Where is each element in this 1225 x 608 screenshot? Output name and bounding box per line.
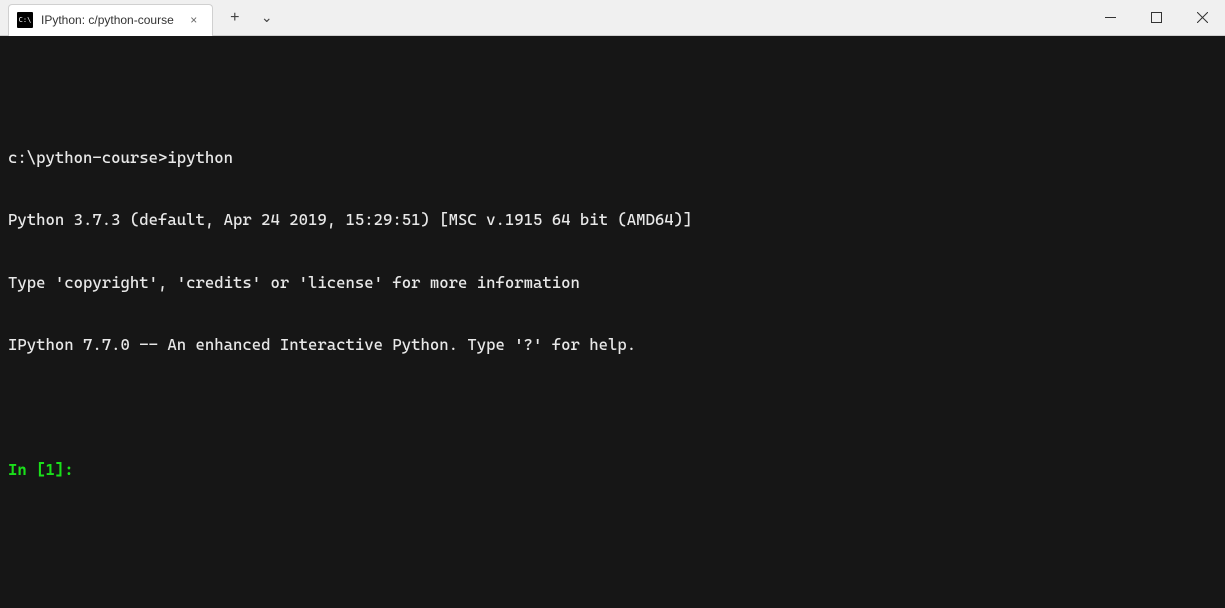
python-info-line: Type 'copyright', 'credits' or 'license'… [8,273,1217,294]
tab-close-button[interactable]: × [186,12,202,28]
minimize-button[interactable] [1087,0,1133,35]
ipython-line: IPython 7.7.0 -- An enhanced Interactive… [8,335,1217,356]
blank-line [8,398,1217,419]
tab-active[interactable]: C:\ IPython: c/python-course × [8,4,213,36]
window-controls [1087,0,1225,35]
python-version-line: Python 3.7.3 (default, Apr 24 2019, 15:2… [8,210,1217,231]
close-button[interactable] [1179,0,1225,35]
shell-command-line: c:\python-course>ipython [8,148,1217,169]
terminal-body[interactable]: c:\python-course>ipython Python 3.7.3 (d… [0,36,1225,608]
minimize-icon [1105,12,1116,23]
cmd-icon: C:\ [17,12,33,28]
tab-dropdown-button[interactable]: ⌄ [251,2,283,34]
terminal-window: C:\ IPython: c/python-course × + ⌄ c:\py… [0,0,1225,608]
maximize-button[interactable] [1133,0,1179,35]
ipython-prompt: In [1]: [8,460,83,479]
titlebar: C:\ IPython: c/python-course × + ⌄ [0,0,1225,36]
maximize-icon [1151,12,1162,23]
close-icon [1197,12,1208,23]
tab-title: IPython: c/python-course [41,13,174,27]
titlebar-left: C:\ IPython: c/python-course × + ⌄ [0,0,283,35]
blank-line [8,86,1217,107]
new-tab-button[interactable]: + [219,2,251,34]
ipython-prompt-line: In [1]: [8,460,1217,481]
